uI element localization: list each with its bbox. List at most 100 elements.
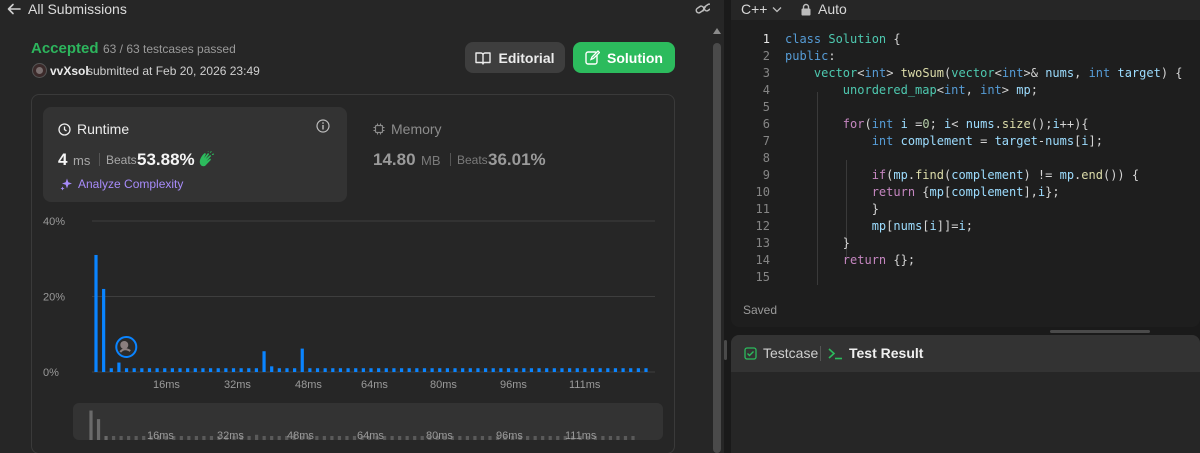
code-line[interactable]: 4 unordered_map<int, int> mp; [731,83,1200,100]
chart-bar[interactable] [514,368,518,372]
chart-bar[interactable] [186,368,190,372]
chart-bar[interactable] [254,368,259,372]
chart-bar[interactable] [109,368,113,372]
chart-bar[interactable] [568,368,572,372]
chart-bar[interactable] [163,368,167,372]
scrollbar-thumb[interactable] [713,43,721,453]
solution-button[interactable]: Solution [573,42,675,73]
tab-test-result[interactable]: Test Result [828,345,923,361]
analyze-complexity-link[interactable]: Analyze Complexity [60,177,183,191]
chart-bar[interactable] [94,254,98,372]
chart-bar[interactable] [293,368,297,372]
chart-bar[interactable] [231,368,236,372]
code-line[interactable]: 10 return {mp[complement],i}; [731,185,1200,202]
chart-bar[interactable] [560,368,564,372]
vertical-resize-handle[interactable] [724,340,727,360]
editorial-button[interactable]: Editorial [465,42,565,73]
chart-bar[interactable] [445,368,449,372]
info-icon[interactable] [316,119,330,133]
chart-bar[interactable] [453,368,457,372]
chart-bar[interactable] [140,368,144,372]
chart-range-slider[interactable]: 16ms 32ms 48ms 64ms 80ms 96ms 111ms [73,403,663,442]
chart-bar[interactable] [300,348,304,372]
chart-bar[interactable] [308,368,312,372]
chart-bar[interactable] [476,368,480,372]
panel-resize-handle[interactable] [1050,330,1150,333]
chart-bar[interactable] [399,368,404,372]
chart-bar[interactable] [354,368,358,372]
chart-bar[interactable] [117,362,121,372]
chart-bar[interactable] [338,368,343,372]
chart-bar[interactable] [132,368,136,372]
chart-bar[interactable] [499,368,503,372]
chart-bar[interactable] [461,368,465,372]
code-line[interactable]: 12 mp[nums[i]]=i; [731,219,1200,236]
chart-bar[interactable] [147,368,152,372]
chart-bar[interactable] [102,288,106,372]
chart-bar[interactable] [606,368,610,372]
chart-bar[interactable] [392,368,396,372]
code-line[interactable]: 11 } [731,202,1200,219]
chart-bar[interactable] [208,368,213,372]
scroll-up-icon[interactable] [713,28,721,34]
chart-bar[interactable] [377,368,381,372]
chart-bar[interactable] [384,368,388,372]
chart-bar[interactable] [361,368,365,372]
chart-bar[interactable] [323,368,327,372]
avatar[interactable] [32,63,47,78]
chart-bar[interactable] [277,368,281,372]
chart-bar[interactable] [331,368,335,372]
scrollbar[interactable] [710,0,724,453]
chart-bar[interactable] [415,368,419,372]
chart-bar[interactable] [636,368,640,372]
chart-bar[interactable] [529,368,534,372]
chart-bar[interactable] [270,366,274,372]
code-line[interactable]: 8 [731,151,1200,168]
language-select[interactable]: C++ [741,1,782,17]
chart-bar[interactable] [193,368,197,372]
arrow-left-icon[interactable] [6,1,22,17]
chart-bar[interactable] [224,368,228,372]
code-line[interactable]: 5 [731,100,1200,117]
format-mode[interactable]: Auto [818,1,847,17]
chart-bar[interactable] [422,368,427,372]
username-link[interactable]: vvXsol [50,64,89,78]
chart-bar[interactable] [124,368,129,372]
chart-bar[interactable] [247,368,251,372]
chart-bar[interactable] [629,368,633,372]
chart-bar[interactable] [407,368,411,372]
runtime-distribution-chart[interactable]: 40% 20% 0% 16ms 32ms 48ms 64ms 80ms 96ms 111ms [40,210,670,400]
chart-bar[interactable] [552,368,556,372]
chart-bar[interactable] [178,368,182,372]
chart-bar[interactable] [621,368,625,372]
code-line[interactable]: 1 class Solution { [731,32,1200,49]
chart-bar[interactable] [545,368,549,372]
chart-bar[interactable] [537,368,541,372]
chart-bar[interactable] [613,368,618,372]
code-line[interactable]: 14 return {}; [731,253,1200,270]
code-line[interactable]: 6 for(int i =0; i< nums.size();i++){ [731,117,1200,134]
chart-bar[interactable] [438,368,442,372]
chart-bar[interactable] [491,368,495,372]
tab-testcase[interactable]: Testcase [744,345,818,361]
chart-bar[interactable] [285,368,289,372]
code-line[interactable]: 13 } [731,236,1200,253]
code-line[interactable]: 3 vector<int> twoSum(vector<int>& nums, … [731,66,1200,83]
code-line[interactable]: 9 if(mp.find(complement) != mp.end()) { [731,168,1200,185]
chart-bar[interactable] [598,368,602,372]
code-editor[interactable]: 1 class Solution {2 public: 3 vector<int> t… [731,32,1200,285]
code-line[interactable]: 2 public: [731,49,1200,66]
chart-bar[interactable] [239,368,243,372]
chart-bar[interactable] [155,368,159,372]
memory-title[interactable]: Memory [373,121,442,137]
chart-bar[interactable] [315,368,320,372]
chart-bar[interactable] [216,368,220,372]
code-line[interactable]: 7 int complement = target-nums[i]; [731,134,1200,151]
chart-bar[interactable] [346,368,350,372]
chart-bar[interactable] [583,368,587,372]
chart-bar[interactable] [468,368,472,372]
chart-bar[interactable] [522,368,526,372]
chart-bar[interactable] [262,351,266,372]
chart-bar[interactable] [483,368,488,372]
chart-bar[interactable] [430,368,434,372]
